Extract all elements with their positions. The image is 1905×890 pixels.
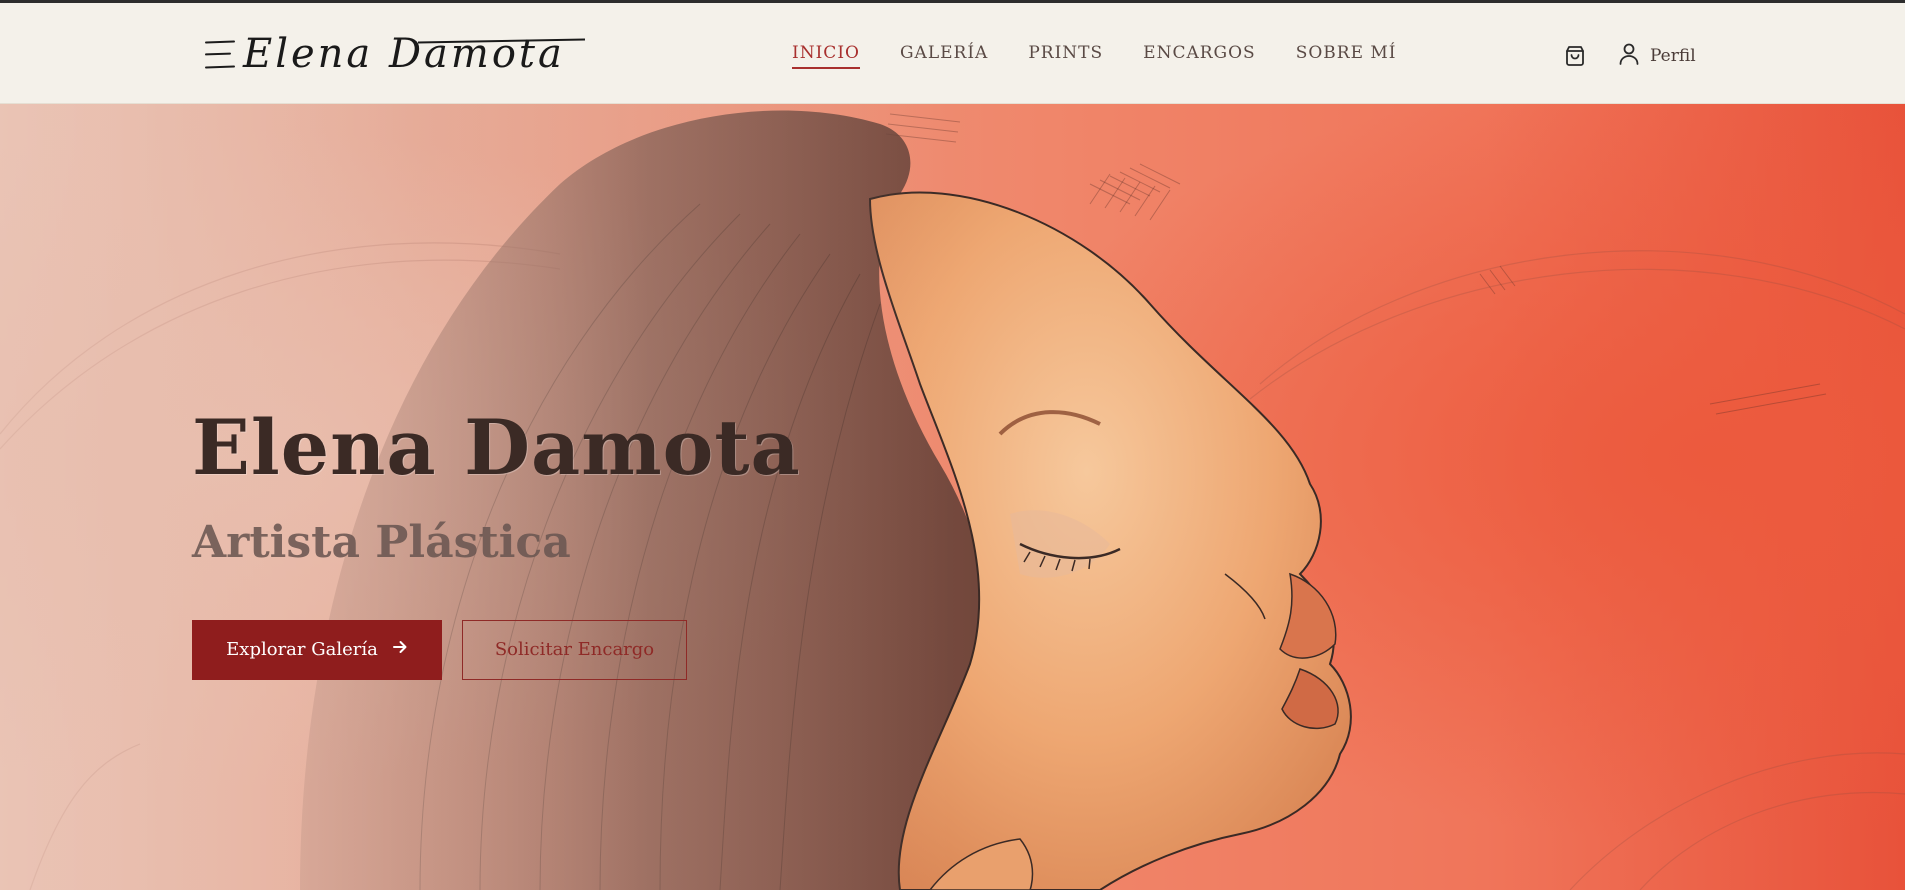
header-actions: Perfil	[1562, 41, 1696, 71]
nav-item-galeria[interactable]: GALERÍA	[900, 43, 988, 69]
explore-gallery-button[interactable]: Explorar Galería	[192, 619, 442, 680]
logo-text: Elena Damota	[243, 31, 585, 77]
hero-section: Elena Damota Artista Plástica Explorar G…	[0, 104, 1905, 890]
profile-label: Perfil	[1650, 46, 1696, 66]
nav-item-prints[interactable]: PRINTS	[1028, 43, 1103, 69]
nav-item-encargos[interactable]: ENCARGOS	[1143, 43, 1256, 69]
request-commission-button[interactable]: Solicitar Encargo	[462, 619, 687, 680]
hero-title: Elena Damota	[192, 403, 801, 492]
profile-link[interactable]: Perfil	[1618, 42, 1696, 70]
logo-menu-icon	[204, 37, 237, 71]
site-header: Elena Damota INICIO GALERÍA PRINTS ENCAR…	[0, 3, 1905, 104]
hero-content: Elena Damota Artista Plástica Explorar G…	[192, 403, 801, 680]
hero-buttons: Explorar Galería Solicitar Encargo	[192, 619, 752, 680]
shopping-bag-icon[interactable]	[1562, 43, 1588, 69]
hero-subtitle: Artista Plástica	[192, 517, 571, 569]
main-nav: INICIO GALERÍA PRINTS ENCARGOS SOBRE MÍ	[792, 41, 1397, 71]
logo[interactable]: Elena Damota	[204, 29, 585, 79]
logo-label: Elena Damota	[243, 31, 565, 77]
nav-item-inicio[interactable]: INICIO	[792, 43, 860, 69]
nav-item-sobre-mi[interactable]: SOBRE MÍ	[1296, 43, 1397, 69]
arrow-right-icon	[392, 639, 408, 660]
explore-gallery-label: Explorar Galería	[226, 639, 378, 661]
user-icon	[1618, 42, 1640, 70]
request-commission-label: Solicitar Encargo	[494, 639, 655, 661]
